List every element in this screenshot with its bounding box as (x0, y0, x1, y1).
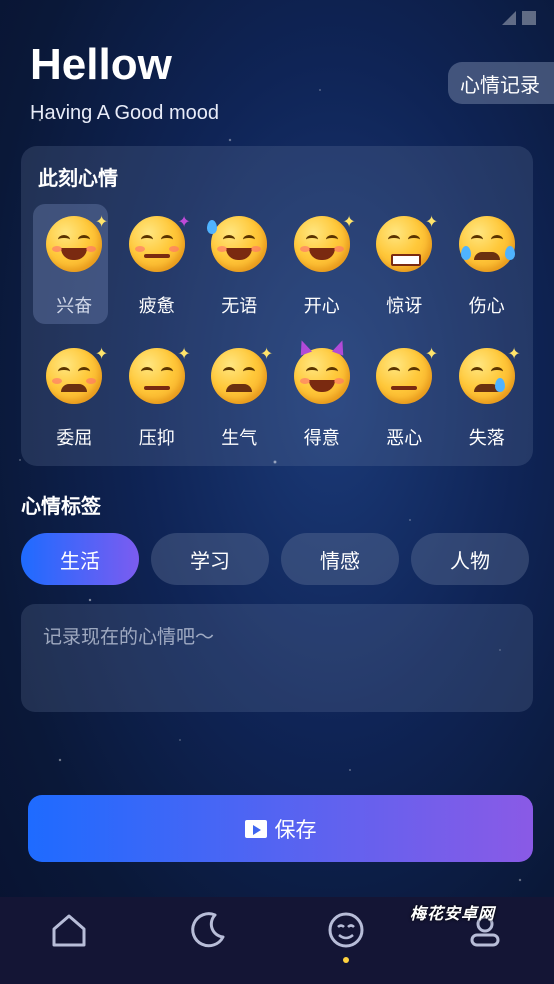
mood-label: 得意 (303, 428, 340, 449)
angry-steam-face-icon: ✦ (211, 344, 273, 404)
rolling-eyes-face-icon: ✦ (376, 344, 438, 404)
signal-icon (502, 11, 516, 25)
grimace-surprised-icon: ✦ (376, 212, 438, 272)
page-title: Hellow (30, 40, 172, 89)
tag-emotion[interactable]: 情感 (281, 533, 399, 585)
tab-home[interactable] (0, 897, 139, 984)
pleading-face-icon: ✦ (46, 344, 108, 404)
disappointed-sweat-face-icon: ✦ (458, 344, 521, 404)
tag-life[interactable]: 生活 (21, 533, 139, 585)
mood-item-happy[interactable]: ✦ 开心 (281, 204, 364, 336)
mood-card: 此刻心情 ✦ 兴奋 ✦ 疲惫 无语 ✦ 开心 ✦ 惊讶 伤心 ✦ 委屈 ✦ 压抑… (21, 146, 533, 466)
mood-label: 失落 (468, 428, 505, 449)
mood-label: 委屈 (56, 428, 93, 449)
tag-people[interactable]: 人物 (411, 533, 529, 585)
tag-study[interactable]: 学习 (151, 533, 269, 585)
mood-grid: ✦ 兴奋 ✦ 疲惫 无语 ✦ 开心 ✦ 惊讶 伤心 ✦ 委屈 ✦ 压抑 ✦ 生气… (33, 204, 528, 468)
mood-item-disgusted[interactable]: ✦ 恶心 (363, 336, 446, 468)
save-button-label: 保存 (274, 817, 317, 842)
mood-label: 生气 (221, 428, 258, 449)
mood-section-title: 此刻心情 (38, 166, 118, 190)
mood-label: 惊讶 (386, 296, 423, 317)
save-button[interactable]: 保存 (28, 795, 533, 862)
mood-item-tired[interactable]: ✦ 疲惫 (116, 204, 199, 336)
watermark-text: 梅花安卓网 (410, 904, 496, 923)
mood-item-sad[interactable]: 伤心 (446, 204, 529, 336)
moon-icon (191, 912, 225, 948)
page-subtitle: Having A Good mood (30, 102, 220, 124)
clapperboard-icon (244, 819, 267, 838)
mood-item-speechless[interactable]: 无语 (198, 204, 281, 336)
mood-item-surprised[interactable]: ✦ 惊讶 (363, 204, 446, 336)
tag-list: 生活 学习 情感 人物 (21, 533, 529, 585)
mood-item-smug[interactable]: 得意 (281, 336, 364, 468)
tab-mood[interactable] (277, 897, 416, 984)
mood-item-excited[interactable]: ✦ 兴奋 (33, 204, 116, 336)
happy-squint-icon: ✦ (293, 212, 356, 272)
sneezing-face-icon: ✦ (128, 344, 191, 404)
mood-label: 恶心 (386, 428, 423, 449)
tab-sleep[interactable] (139, 897, 278, 984)
status-bar (0, 0, 554, 36)
battery-icon (522, 11, 536, 25)
mood-label: 无语 (221, 296, 258, 317)
sweat-smile-icon (207, 216, 268, 272)
smile-face-icon (328, 912, 364, 948)
tags-section-title: 心情标签 (21, 494, 101, 518)
grinning-squint-sparkle-icon: ✦ (46, 212, 108, 272)
mood-label: 开心 (303, 296, 340, 317)
mood-label: 压抑 (138, 428, 175, 449)
mood-record-button[interactable]: 心情记录 (448, 62, 554, 104)
active-tab-indicator (343, 957, 350, 963)
mood-item-wronged[interactable]: ✦ 委屈 (33, 336, 116, 468)
mood-label: 伤心 (468, 296, 505, 317)
mood-note-box (21, 604, 533, 712)
crying-face-icon (458, 216, 515, 272)
home-icon (52, 914, 86, 947)
tired-face-icon: ✦ (128, 212, 191, 272)
mood-item-lost[interactable]: ✦ 失落 (446, 336, 529, 468)
mood-item-depressed[interactable]: ✦ 压抑 (116, 336, 199, 468)
mood-label: 兴奋 (56, 296, 93, 317)
smiling-devil-icon (293, 338, 350, 404)
mood-item-angry[interactable]: ✦ 生气 (198, 336, 281, 468)
mood-note-input[interactable] (41, 620, 517, 700)
mood-label: 疲惫 (138, 296, 175, 317)
